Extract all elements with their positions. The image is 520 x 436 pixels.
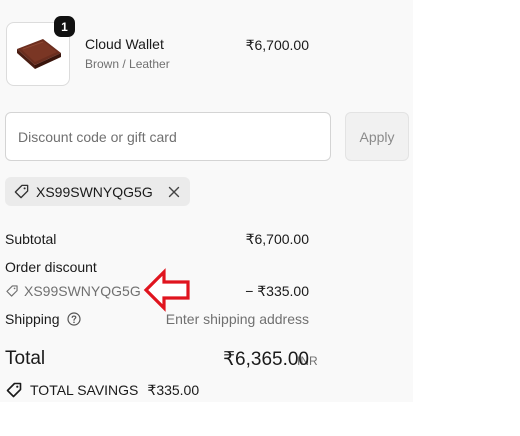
- savings-value: ₹335.00: [147, 381, 200, 398]
- apply-button[interactable]: Apply: [345, 112, 409, 161]
- tag-icon: [6, 285, 18, 297]
- discount-code-input[interactable]: [5, 112, 331, 161]
- discount-value: − ₹335.00: [245, 283, 309, 299]
- total-value: ₹6,365.00: [222, 349, 309, 370]
- tag-icon: [6, 382, 22, 398]
- total-label: Total: [5, 348, 46, 369]
- quantity-badge: 1: [54, 16, 75, 37]
- order-summary-panel: 1 Cloud Wallet Brown / Leather ₹6,700.00…: [0, 0, 413, 402]
- product-variant: Brown / Leather: [85, 57, 170, 71]
- product-name: Cloud Wallet: [85, 36, 164, 52]
- shipping-row: Shipping: [5, 311, 81, 327]
- subtotal-value: ₹6,700.00: [245, 231, 309, 247]
- savings-label: TOTAL SAVINGS: [30, 382, 139, 398]
- remove-code-button[interactable]: [167, 185, 181, 199]
- shipping-label: Shipping: [5, 311, 60, 327]
- wallet-icon: [17, 39, 61, 69]
- product-price: ₹6,700.00: [245, 37, 309, 53]
- tag-icon: [14, 184, 29, 199]
- applied-code-label: XS99SWNYQG5G: [36, 183, 153, 200]
- close-icon: [168, 186, 179, 197]
- annotation-arrow-icon: [143, 268, 190, 312]
- subtotal-label: Subtotal: [5, 231, 57, 247]
- discount-code-line: XS99SWNYQG5G: [5, 283, 141, 299]
- help-icon[interactable]: [66, 312, 81, 326]
- order-discount-label: Order discount: [5, 259, 97, 275]
- applied-discount-chip: XS99SWNYQG5G: [5, 177, 190, 206]
- total-savings-row: TOTAL SAVINGS ₹335.00: [5, 381, 199, 399]
- shipping-value: Enter shipping address: [165, 311, 309, 327]
- discount-code-text: XS99SWNYQG5G: [24, 283, 141, 299]
